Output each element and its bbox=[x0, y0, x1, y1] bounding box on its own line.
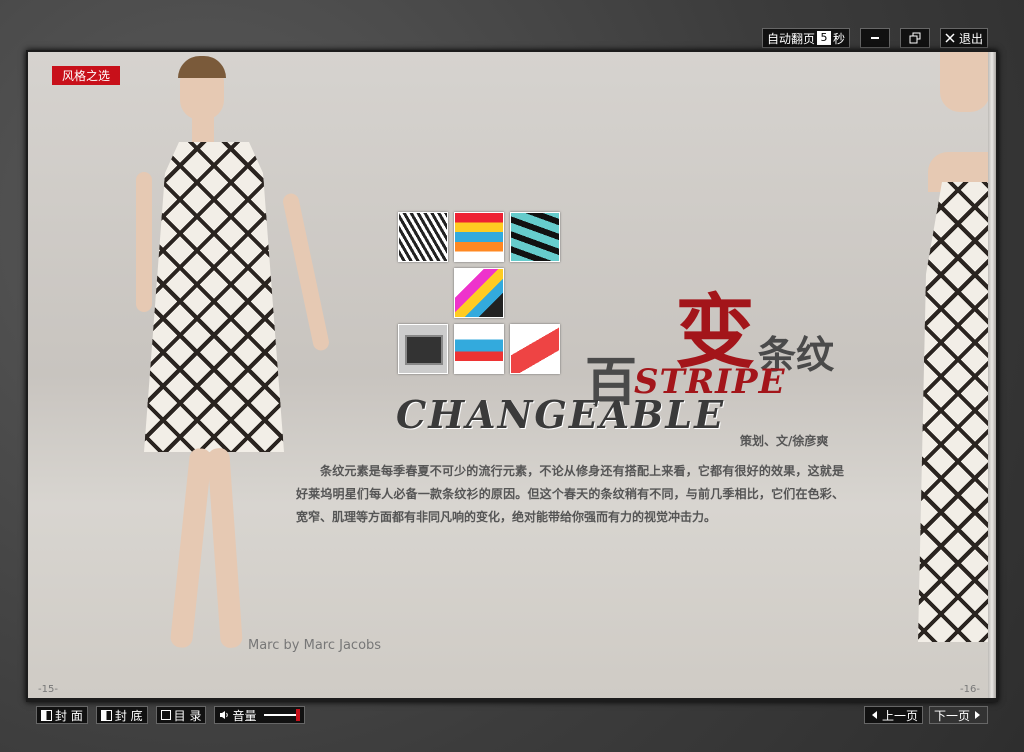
cover-icon bbox=[41, 709, 52, 721]
back-cover-icon bbox=[100, 709, 112, 721]
exit-button[interactable]: 退出 bbox=[939, 28, 988, 48]
back-cover-button[interactable]: 封 底 bbox=[95, 706, 148, 724]
minimize-button[interactable] bbox=[859, 28, 890, 48]
magazine-page[interactable]: 风格之选 百 变 条纹 STRIPE CHANGEABLE 策划、文/徐彦爽 条… bbox=[28, 52, 988, 698]
prev-page-button[interactable]: 上一页 bbox=[863, 706, 923, 724]
cover-button[interactable]: 封 面 bbox=[36, 706, 88, 724]
model-photo-left bbox=[128, 52, 368, 698]
restore-button[interactable] bbox=[899, 28, 930, 48]
speaker-icon bbox=[220, 711, 229, 719]
magazine-spread[interactable]: 风格之选 百 变 条纹 STRIPE CHANGEABLE 策划、文/徐彦爽 条… bbox=[26, 50, 998, 702]
toc-icon bbox=[160, 710, 171, 720]
volume-slider-handle[interactable] bbox=[295, 709, 300, 721]
volume-control[interactable]: 音量 bbox=[214, 706, 305, 724]
thumb-striped-bag[interactable] bbox=[454, 268, 504, 318]
prev-arrow-icon bbox=[871, 711, 877, 719]
bottom-toolbar: 封 面 封 底 目 录 音量 bbox=[36, 706, 305, 724]
thumb-striped-sweater[interactable] bbox=[398, 212, 448, 262]
minus-icon bbox=[870, 37, 879, 39]
volume-slider[interactable] bbox=[263, 709, 300, 721]
page-number-right: -16- bbox=[960, 684, 980, 695]
restore-icon bbox=[909, 32, 921, 44]
model-photo-right bbox=[888, 52, 988, 698]
title-changeable: CHANGEABLE bbox=[396, 392, 726, 437]
auto-flip-label: 自动翻页 bbox=[766, 31, 815, 46]
next-page-label: 下一页 bbox=[933, 708, 970, 723]
next-page-button[interactable]: 下一页 bbox=[928, 706, 988, 724]
page-navigation: 上一页 下一页 bbox=[863, 706, 988, 724]
next-arrow-icon bbox=[975, 711, 980, 719]
page-edge bbox=[988, 52, 996, 698]
cover-label: 封 面 bbox=[55, 708, 83, 723]
toc-label: 目 录 bbox=[173, 708, 202, 723]
close-icon bbox=[945, 33, 955, 43]
back-cover-label: 封 底 bbox=[114, 708, 143, 723]
volume-label: 音量 bbox=[232, 708, 257, 723]
thumb-striped-belt[interactable] bbox=[454, 324, 504, 374]
byline: 策划、文/徐彦爽 bbox=[740, 434, 829, 448]
photo-caption: Marc by Marc Jacobs bbox=[248, 638, 382, 653]
exit-label: 退出 bbox=[958, 31, 983, 46]
auto-flip-seconds-input[interactable]: 5 bbox=[816, 31, 831, 45]
seconds-unit: 秒 bbox=[832, 31, 845, 46]
toc-button[interactable]: 目 录 bbox=[155, 706, 207, 724]
thumb-watch[interactable] bbox=[398, 324, 448, 374]
section-tag: 风格之选 bbox=[52, 66, 121, 85]
thumb-zigzag-fabric[interactable] bbox=[510, 212, 560, 262]
prev-page-label: 上一页 bbox=[881, 708, 918, 723]
article-body: 条纹元素是每季春夏不可少的流行元素，不论从修身还有搭配上来看，它都有很好的效果，… bbox=[296, 460, 844, 529]
thumb-color-stripe-top[interactable] bbox=[454, 212, 504, 262]
top-toolbar: 自动翻页 5 秒 退出 bbox=[761, 28, 988, 48]
thumb-sandal[interactable] bbox=[510, 324, 560, 374]
article-paragraph: 条纹元素是每季春夏不可少的流行元素，不论从修身还有搭配上来看，它都有很好的效果，… bbox=[296, 464, 844, 524]
page-number-left: -15- bbox=[38, 684, 58, 695]
auto-flip-control[interactable]: 自动翻页 5 秒 bbox=[761, 28, 850, 48]
